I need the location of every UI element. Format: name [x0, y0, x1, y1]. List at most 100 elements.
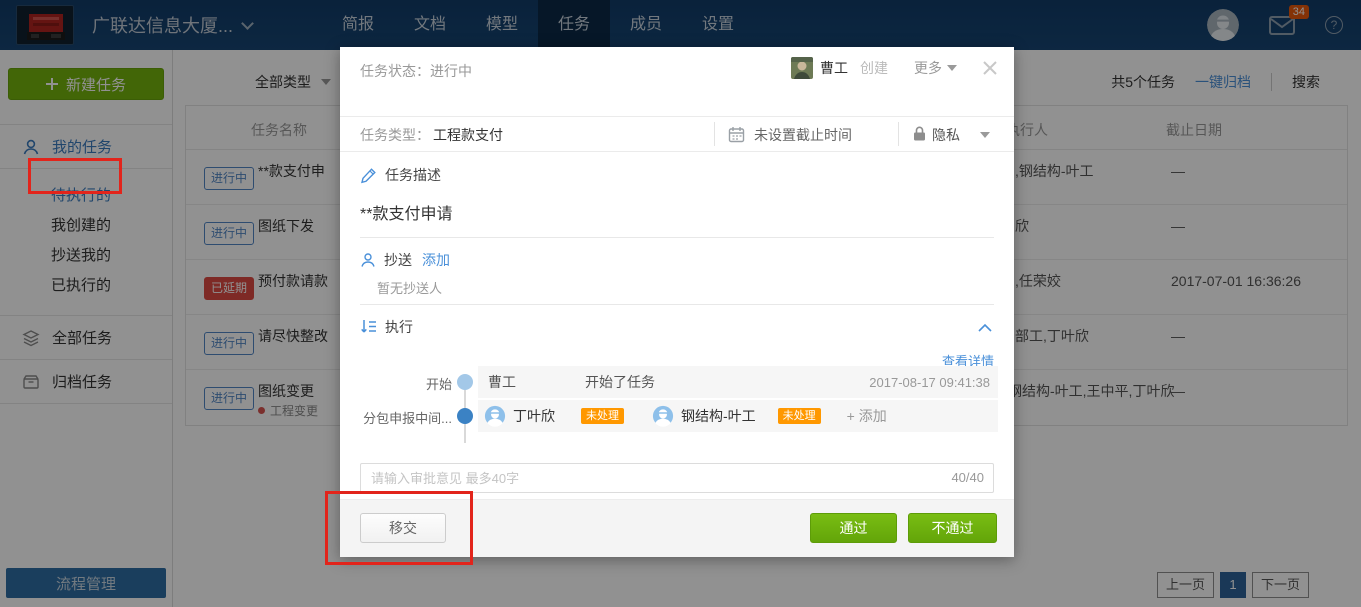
- task-executor: ,钢结构-叶工: [1015, 161, 1094, 181]
- sort-list-icon: [360, 319, 377, 335]
- timeline-event: 曹工 开始了任务 2017-08-17 09:41:38: [478, 366, 998, 398]
- sidebar-item-archived-tasks[interactable]: 归档任务: [0, 360, 172, 403]
- nav-tabs: 简报 文档 模型 任务 成员 设置: [322, 0, 754, 50]
- tab-settings[interactable]: 设置: [682, 0, 754, 50]
- task-tag: 工程变更: [258, 402, 318, 419]
- tab-tasks[interactable]: 任务: [538, 0, 610, 50]
- modal-footer: 移交 通过 不通过: [340, 499, 1014, 557]
- next-page-button[interactable]: 下一页: [1252, 572, 1309, 598]
- sidebar-top: 新建任务: [0, 68, 172, 124]
- timeline-stage: 开始: [340, 374, 452, 393]
- task-count: 共5个任务: [1111, 72, 1175, 92]
- sidebar-item-executed[interactable]: 已执行的: [0, 271, 172, 301]
- assignee: 钢结构-叶工: [652, 405, 756, 427]
- cc-title: 抄送: [384, 250, 412, 270]
- deadline-setting[interactable]: 未设置截止时间: [754, 125, 852, 145]
- tab-documents[interactable]: 文档: [394, 0, 466, 50]
- type-filter-label: 全部类型: [255, 72, 311, 92]
- status-badge: 进行中: [204, 167, 254, 190]
- layers-icon: [22, 329, 40, 347]
- more-menu-button[interactable]: 更多: [914, 58, 957, 78]
- help-icon[interactable]: [1325, 16, 1343, 34]
- chevron-down-icon: [947, 65, 957, 71]
- char-counter: 40/40: [951, 470, 984, 485]
- tab-members[interactable]: 成员: [610, 0, 682, 50]
- person-icon: [22, 138, 40, 156]
- pending-badge: 未处理: [778, 408, 821, 424]
- pencil-icon: [360, 167, 377, 184]
- task-detail-modal: 任务状态：进行中 曹工 创建 更多 任务类型： 工程款支付: [340, 47, 1014, 557]
- cc-add-link[interactable]: 添加: [422, 250, 450, 270]
- project-title: 广联达信息大厦...: [92, 12, 233, 38]
- task-type-value: 工程款支付: [433, 125, 503, 145]
- pagination: 上一页 1 下一页: [1157, 572, 1309, 598]
- worker-avatar-icon: [484, 405, 506, 427]
- sidebar-item-my-tasks[interactable]: 我的任务: [0, 125, 172, 168]
- chevron-down-icon[interactable]: [980, 132, 990, 138]
- timeline-assignees: 丁叶欣 未处理 钢结构-叶工 未处理 + 添加: [478, 400, 998, 432]
- prev-page-button[interactable]: 上一页: [1157, 572, 1214, 598]
- new-task-label: 新建任务: [66, 74, 126, 95]
- task-name: 图纸变更: [258, 381, 314, 401]
- execution-section: 执行 查看详情 开始 曹工 开始了任务 2017-08-17 09:41:38 …: [340, 305, 1014, 463]
- sidebar-item-pending[interactable]: 待执行的: [0, 181, 172, 211]
- tab-models[interactable]: 模型: [466, 0, 538, 50]
- current-page[interactable]: 1: [1220, 572, 1246, 598]
- mail-badge: 34: [1289, 5, 1309, 19]
- tab-briefing[interactable]: 简报: [322, 0, 394, 50]
- status-badge: 已延期: [204, 277, 254, 300]
- close-icon[interactable]: [981, 59, 999, 77]
- approve-button[interactable]: 通过: [810, 513, 897, 543]
- sidebar: 新建任务 我的任务 待执行的 我创建的 抄送我的 已执行的 全部任务 归档任务: [0, 50, 173, 607]
- top-navbar: 广联达信息大厦... 简报 文档 模型 任务 成员 设置 34: [0, 0, 1361, 50]
- archived-tasks-label: 归档任务: [52, 371, 112, 392]
- timeline-node: [457, 374, 473, 390]
- task-tag-label: 工程变更: [270, 402, 318, 419]
- task-name: **款支付申: [258, 161, 325, 181]
- description-title: 任务描述: [385, 165, 441, 185]
- red-dot-icon: [258, 407, 265, 414]
- timeline-row-start: 开始 曹工 开始了任务 2017-08-17 09:41:38: [340, 366, 1014, 398]
- user-avatar[interactable]: [1207, 9, 1239, 41]
- sidebar-item-all-tasks[interactable]: 全部任务: [0, 316, 172, 359]
- task-executor: 钢结构-叶工,王中平,丁叶欣: [1008, 381, 1174, 401]
- task-deadline: —: [1171, 218, 1185, 234]
- modal-header: 任务状态：进行中 曹工 创建 更多: [340, 47, 1014, 117]
- lock-icon: [912, 125, 927, 145]
- reject-button[interactable]: 不通过: [908, 513, 997, 543]
- sidebar-item-cc-to-me[interactable]: 抄送我的: [0, 241, 172, 271]
- project-switcher[interactable]: 广联达信息大厦...: [92, 0, 252, 50]
- transfer-button[interactable]: 移交: [360, 513, 446, 543]
- task-type-label: 任务类型：: [360, 125, 430, 145]
- my-tasks-label: 我的任务: [52, 136, 112, 157]
- one-click-archive-link[interactable]: 一键归档: [1195, 72, 1251, 92]
- project-logo: [16, 5, 74, 45]
- task-executor: 欣: [1015, 216, 1029, 236]
- task-status-text: 任务状态：进行中: [360, 61, 472, 81]
- task-name: 预付款请款: [258, 271, 328, 291]
- sidebar-item-created-by-me[interactable]: 我创建的: [0, 211, 172, 241]
- timeline-actor: 曹工: [488, 372, 516, 392]
- cc-section: 抄送 添加 暂无抄送人: [340, 238, 1014, 305]
- comment-input[interactable]: [360, 463, 994, 493]
- search-link[interactable]: 搜索: [1292, 72, 1320, 92]
- worker-avatar-icon: [652, 405, 674, 427]
- header-deadline: 截止日期: [1166, 120, 1222, 140]
- cc-empty-text: 暂无抄送人: [377, 278, 442, 297]
- pending-badge: 未处理: [581, 408, 624, 424]
- type-filter-dropdown[interactable]: 全部类型: [255, 72, 331, 92]
- sidebar-section-archive: 归档任务: [0, 359, 172, 404]
- process-management-button[interactable]: 流程管理: [6, 568, 166, 598]
- comment-row: 40/40: [360, 463, 994, 493]
- timeline-stage: 分包申报中间...: [340, 408, 452, 427]
- timeline-action: 开始了任务: [585, 372, 655, 392]
- new-task-button[interactable]: 新建任务: [8, 68, 164, 100]
- assignee-name: 丁叶欣: [513, 406, 555, 426]
- add-assignee-link[interactable]: + 添加: [847, 406, 887, 426]
- privacy-value[interactable]: 隐私: [932, 125, 960, 145]
- execution-title: 执行: [385, 317, 413, 337]
- calendar-icon: [728, 126, 745, 146]
- description-header: 任务描述: [360, 165, 441, 185]
- mail-button[interactable]: 34: [1269, 14, 1295, 36]
- chevron-up-icon[interactable]: [978, 319, 992, 335]
